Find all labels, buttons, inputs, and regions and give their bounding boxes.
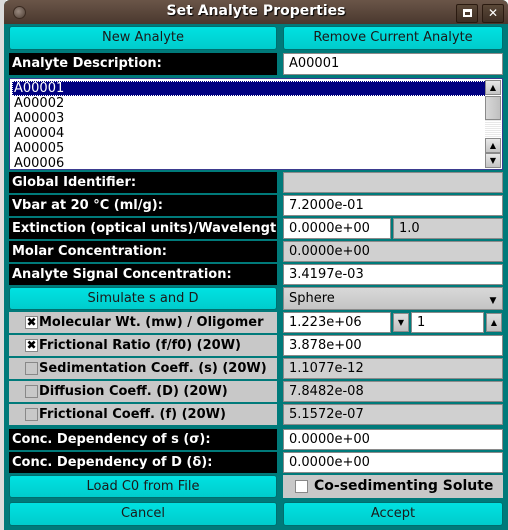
oligomer-input[interactable]: 1 [411,312,484,333]
mw-input[interactable]: 1.223e+06 [283,312,391,333]
vbar-input[interactable]: 7.2000e-01 [283,195,503,216]
mw-checkbox[interactable]: ✖ [25,316,38,329]
sigma-label: Conc. Dependency of s (σ): [9,429,277,450]
accept-button[interactable]: Accept [283,502,503,526]
frictional-coeff-label: Frictional Coeff. (f) (20W) [9,404,277,425]
extinction-input[interactable]: 0.0000e+00 [283,218,391,239]
analyte-description-input[interactable]: A00001 [283,53,503,75]
list-scrollbar[interactable]: ▲ ▲ ▼ [485,80,501,168]
title-bar[interactable]: Set Analyte Properties ✕ [4,0,508,24]
diffusion-field: 7.8482e-08 [283,381,503,402]
frictional-coeff-checkbox[interactable] [25,408,38,421]
shape-select-value: Sphere [289,291,335,306]
scroll-up-button-lower[interactable]: ▲ [485,138,501,153]
scroll-up-button[interactable]: ▲ [485,80,501,95]
dialog-content: New Analyte Remove Current Analyte Analy… [8,24,504,530]
global-identifier-label: Global Identifier: [9,172,277,193]
list-item[interactable]: A00004 [12,126,486,141]
arrow-down-icon: ▼ [397,318,405,327]
cosedimenting-checkbox[interactable] [295,480,308,493]
oligomer-increment-button[interactable]: ▲ [486,313,502,332]
wavelength-field: 1.0 [393,218,503,239]
analyte-description-label: Analyte Description: [9,53,277,75]
ff0-checkbox[interactable]: ✖ [25,339,38,352]
remove-analyte-button[interactable]: Remove Current Analyte [283,26,503,50]
delta-input[interactable]: 0.0000e+00 [283,452,503,473]
list-item[interactable]: A00002 [12,96,486,111]
scroll-down-button[interactable]: ▼ [485,153,501,168]
window-title: Set Analyte Properties [166,3,346,19]
sedimentation-label: Sedimentation Coeff. (s) (20W) [9,358,277,379]
arrow-up-icon: ▲ [489,141,497,150]
new-analyte-button[interactable]: New Analyte [9,26,277,50]
extinction-label: Extinction (optical units)/Wavelength: [9,218,277,239]
cancel-button[interactable]: Cancel [9,502,277,526]
frictional-coeff-field: 5.1572e-07 [283,404,503,425]
signal-concentration-input[interactable]: 3.4197e-03 [283,264,503,285]
arrow-up-icon: ▲ [490,318,498,327]
chevron-down-icon: ▼ [489,296,497,306]
close-button[interactable]: ✕ [482,4,504,23]
ff0-input[interactable]: 3.878e+00 [283,335,503,356]
ff0-label: Frictional Ratio (f/f0) (20W) [9,335,277,356]
list-item[interactable]: A00001 [12,81,486,96]
load-c0-button[interactable]: Load C0 from File [9,475,277,498]
arrow-down-icon: ▼ [489,156,497,165]
sedimentation-field: 1.1077e-12 [283,358,503,379]
list-item[interactable]: A00005 [12,141,486,156]
dialog-window: Set Analyte Properties ✕ New Analyte Rem… [4,0,508,530]
maximize-button[interactable] [456,4,478,23]
list-item[interactable]: A00003 [12,111,486,126]
simulate-button[interactable]: Simulate s and D [9,287,277,310]
mw-label: Molecular Wt. (mw) / Oligomer [9,312,277,333]
molar-concentration-field: 0.0000e+00 [283,241,503,262]
global-identifier-field [283,172,503,193]
vbar-label: Vbar at 20 °C (ml/g): [9,195,277,216]
sigma-input[interactable]: 0.0000e+00 [283,429,503,450]
shape-select[interactable]: Sphere ▼ [283,287,503,310]
arrow-up-icon: ▲ [489,83,497,92]
list-item[interactable]: A00006 [12,156,486,171]
analyte-list[interactable]: A00001 A00002 A00003 A00004 A00005 A0000… [9,78,503,171]
close-icon: ✕ [487,6,499,20]
molar-concentration-label: Molar Concentration: [9,241,277,262]
diffusion-checkbox[interactable] [25,385,38,398]
diffusion-label: Diffusion Coeff. (D) (20W) [9,381,277,402]
sedimentation-checkbox[interactable] [25,362,38,375]
signal-concentration-label: Analyte Signal Concentration: [9,264,277,285]
maximize-icon [462,9,472,17]
delta-label: Conc. Dependency of D (δ): [9,452,277,473]
scroll-thumb[interactable] [485,96,501,120]
oligomer-decrement-button[interactable]: ▼ [393,313,409,332]
cosedimenting-label: Co-sedimenting Solute [314,478,494,494]
